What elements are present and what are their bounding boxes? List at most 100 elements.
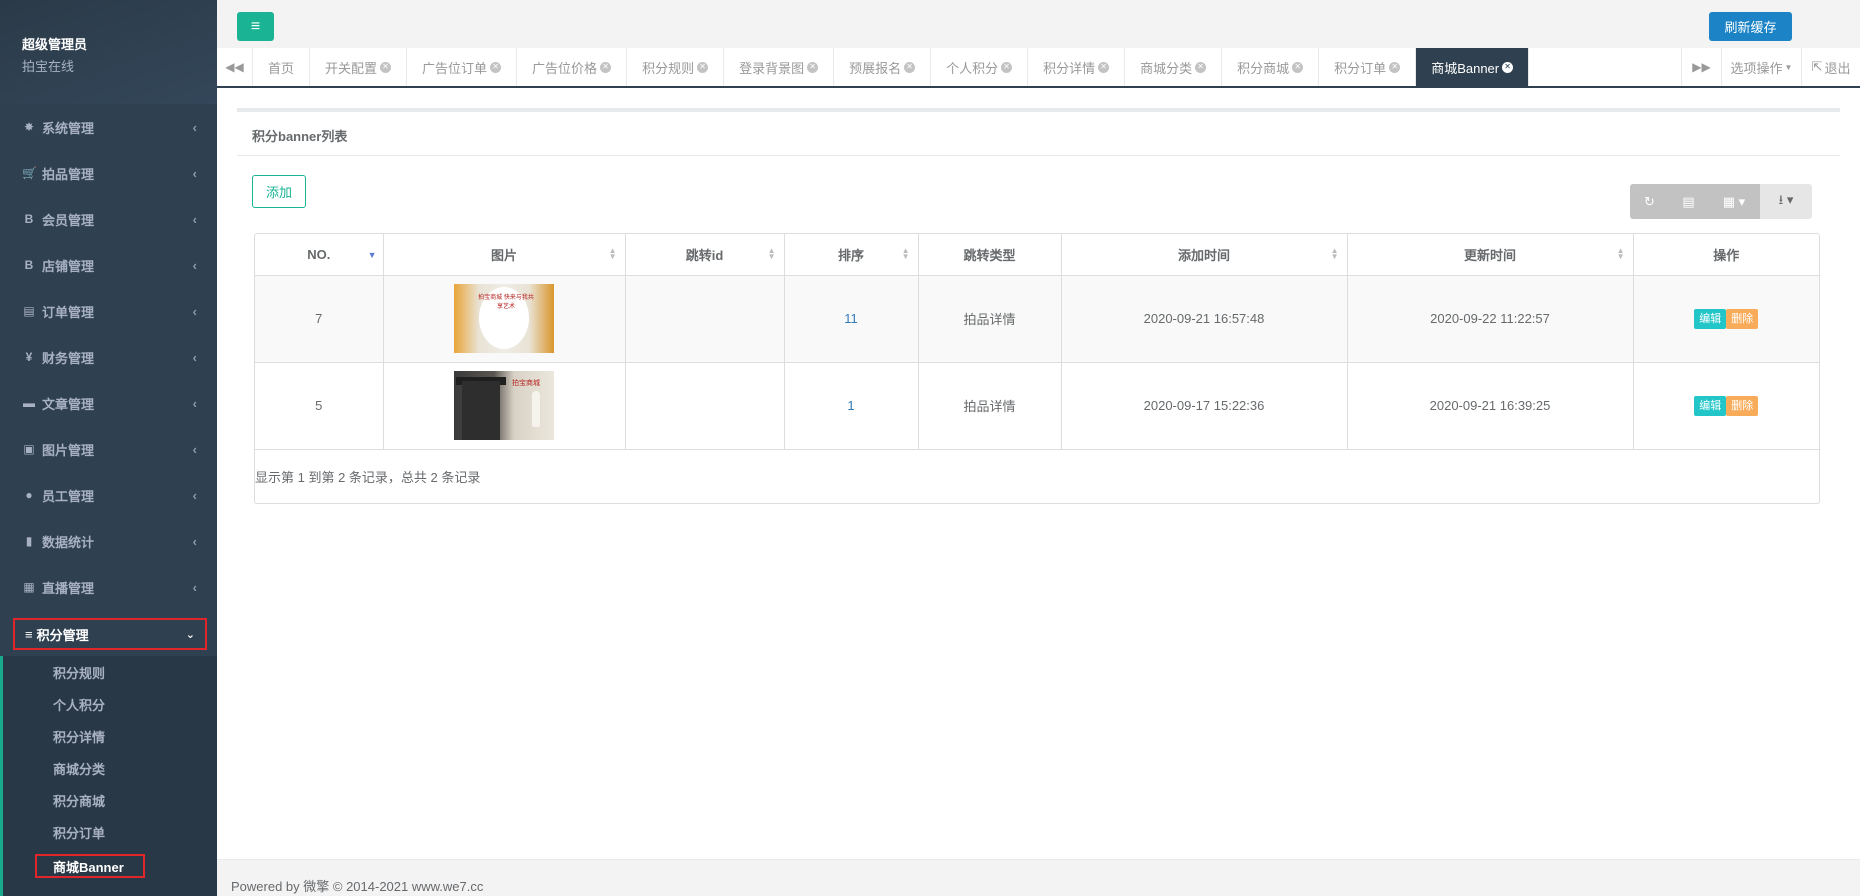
logout-label: 退出	[1824, 60, 1851, 76]
chevron-left-icon: ‹	[192, 349, 197, 365]
tab-scroll-right-button[interactable]: ▶▶	[1681, 48, 1721, 86]
double-chevron-right-icon: ▶▶	[1692, 60, 1711, 74]
double-chevron-left-icon: ◀◀	[225, 60, 244, 74]
sidebar-item[interactable]: ▤ 订单管理 ‹	[0, 288, 217, 334]
tab[interactable]: 商城Banner ✕	[1416, 48, 1530, 86]
sub-item[interactable]: 积分订单	[3, 816, 217, 848]
close-icon[interactable]: ✕	[807, 61, 819, 73]
col-no[interactable]: NO. ▼	[255, 234, 384, 276]
sidebar-item-label: 财务管理	[42, 350, 95, 366]
cell-updated: 2020-09-22 11:22:57	[1347, 275, 1634, 363]
chevron-left-icon: ‹	[192, 395, 197, 411]
sidebar-item[interactable]: ▮ 数据统计 ‹	[0, 518, 217, 564]
table-row: 7 拍宝商城 快来与我共享艺术 11 拍品详情 2020-09-21 16:57…	[255, 275, 1819, 363]
sidebar-item[interactable]: ¥ 财务管理 ‹	[0, 334, 217, 380]
cell-actions: 编辑 删除	[1633, 362, 1819, 450]
tab[interactable]: 积分详情 ✕	[1028, 48, 1126, 86]
edit-button[interactable]: 编辑	[1694, 395, 1727, 416]
sidebar-item-label: 订单管理	[42, 304, 95, 320]
tab-label: 积分详情	[1043, 60, 1096, 76]
chevron-left-icon: ‹	[192, 441, 197, 457]
sidebar-item[interactable]: ▦ 直播管理 ‹	[0, 564, 217, 610]
sidebar-item[interactable]: ✸ 系统管理 ‹	[0, 104, 217, 150]
thumbnail-text: 拍宝商城	[512, 380, 540, 387]
sidebar-item[interactable]: ▣ 图片管理 ‹	[0, 426, 217, 472]
refresh-table-button[interactable]: ↻	[1630, 184, 1669, 219]
col-sort[interactable]: 排序 ▲ ▼	[784, 234, 919, 276]
col-updated[interactable]: 更新时间 ▲ ▼	[1347, 234, 1634, 276]
close-icon[interactable]: ✕	[1389, 61, 1401, 73]
sub-item[interactable]: 个人积分	[3, 688, 217, 720]
close-icon[interactable]: ✕	[1292, 61, 1304, 73]
sub-item-mall-banner[interactable]: 商城Banner	[35, 854, 145, 878]
close-icon[interactable]: ✕	[697, 61, 709, 73]
col-actions: 操作	[1633, 234, 1819, 276]
edit-button[interactable]: 编辑	[1694, 308, 1727, 329]
sidebar-item[interactable]: ▬ 文章管理 ‹	[0, 380, 217, 426]
close-icon[interactable]: ✕	[1098, 61, 1110, 73]
close-icon[interactable]: ✕	[600, 61, 612, 73]
add-button[interactable]: 添加	[252, 175, 306, 208]
banner-thumbnail[interactable]: 拍宝商城 快来与我共享艺术	[454, 284, 554, 353]
sub-item[interactable]: 积分详情	[3, 720, 217, 752]
profile[interactable]: 超级管理员 拍宝在线	[0, 0, 217, 104]
refresh-icon: ↻	[1644, 193, 1655, 209]
sidebar-item[interactable]: B 会员管理 ‹	[0, 196, 217, 242]
tab[interactable]: 广告位价格 ✕	[517, 48, 628, 86]
close-icon[interactable]: ✕	[1502, 61, 1514, 73]
delete-button[interactable]: 删除	[1726, 308, 1759, 329]
logout-button[interactable]: ⇱ 退出	[1801, 48, 1860, 86]
topbar: ≡ 刷新缓存	[217, 0, 1860, 48]
sub-item[interactable]: 积分商城	[3, 784, 217, 816]
tab[interactable]: 积分订单 ✕	[1319, 48, 1417, 86]
cell-sort[interactable]: 11	[784, 275, 919, 363]
sub-item[interactable]: 积分规则	[3, 656, 217, 688]
col-image-label: 图片	[490, 247, 517, 263]
sort-icon: ▲ ▼	[767, 246, 776, 261]
sidebar-item[interactable]: B 店铺管理 ‹	[0, 242, 217, 288]
menu-toggle-button[interactable]: ≡	[237, 12, 274, 41]
tab[interactable]: 开关配置 ✕	[310, 48, 408, 86]
pagination-info: 显示第 1 到第 2 条记录，总共 2 条记录	[255, 470, 481, 485]
col-image[interactable]: 图片 ▲ ▼	[383, 234, 626, 276]
tab[interactable]: 首页	[253, 48, 311, 86]
tab-options-label: 选项操作	[1730, 60, 1783, 76]
chevron-left-icon: ‹	[192, 533, 197, 549]
sidebar-item[interactable]: 🛒 拍品管理 ‹	[0, 150, 217, 196]
delete-button[interactable]: 删除	[1726, 395, 1759, 416]
refresh-cache-button[interactable]: 刷新缓存	[1709, 12, 1792, 41]
banner-thumbnail[interactable]: 拍宝商城	[454, 371, 554, 440]
close-icon[interactable]: ✕	[490, 61, 502, 73]
profile-status: 拍宝在线	[22, 59, 75, 74]
sidebar-item[interactable]: ● 员工管理 ‹	[0, 472, 217, 518]
menu-icon: ▤	[23, 304, 35, 318]
close-icon[interactable]: ✕	[1001, 61, 1013, 73]
chevron-left-icon: ‹	[192, 165, 197, 181]
tab-options-dropdown[interactable]: 选项操作 ▼	[1721, 48, 1801, 86]
col-created[interactable]: 添加时间 ▲ ▼	[1061, 234, 1348, 276]
close-icon[interactable]: ✕	[904, 61, 916, 73]
menu-icon: ¥	[25, 350, 33, 364]
tab[interactable]: 积分规则 ✕	[627, 48, 725, 86]
tab-scroll-left-button[interactable]: ◀◀	[217, 48, 253, 86]
tab[interactable]: 商城分类 ✕	[1125, 48, 1223, 86]
list-icon: ▤	[1682, 193, 1695, 209]
sidebar-item-points-management[interactable]: ≡ 积分管理 ⌄	[13, 618, 207, 650]
cell-sort[interactable]: 1	[784, 362, 919, 450]
sidebar-nav: ✸ 系统管理 ‹ 🛒 拍品管理 ‹ B 会员管理 ‹ B 店铺管理 ‹ ▤ 订单管理 ‹ ¥ 财务管理 ‹ ▬ 文章管…	[0, 104, 217, 610]
col-updated-label: 更新时间	[1463, 247, 1516, 263]
export-button[interactable]: ⭳ ▾	[1760, 184, 1812, 219]
tab[interactable]: 登录背景图 ✕	[724, 48, 835, 86]
toggle-view-button[interactable]: ▤	[1669, 184, 1708, 219]
tab[interactable]: 个人积分 ✕	[931, 48, 1029, 86]
close-icon[interactable]: ✕	[380, 61, 392, 73]
sub-item[interactable]: 商城分类	[3, 752, 217, 784]
close-icon[interactable]: ✕	[1195, 61, 1207, 73]
col-actions-label: 操作	[1713, 247, 1740, 263]
tab[interactable]: 积分商城 ✕	[1222, 48, 1320, 86]
menu-icon: ▦	[23, 580, 35, 594]
tab[interactable]: 广告位订单 ✕	[407, 48, 518, 86]
col-jump-id[interactable]: 跳转id ▲ ▼	[625, 234, 785, 276]
columns-button[interactable]: ▦ ▾	[1708, 184, 1760, 219]
tab[interactable]: 预展报名 ✕	[834, 48, 932, 86]
